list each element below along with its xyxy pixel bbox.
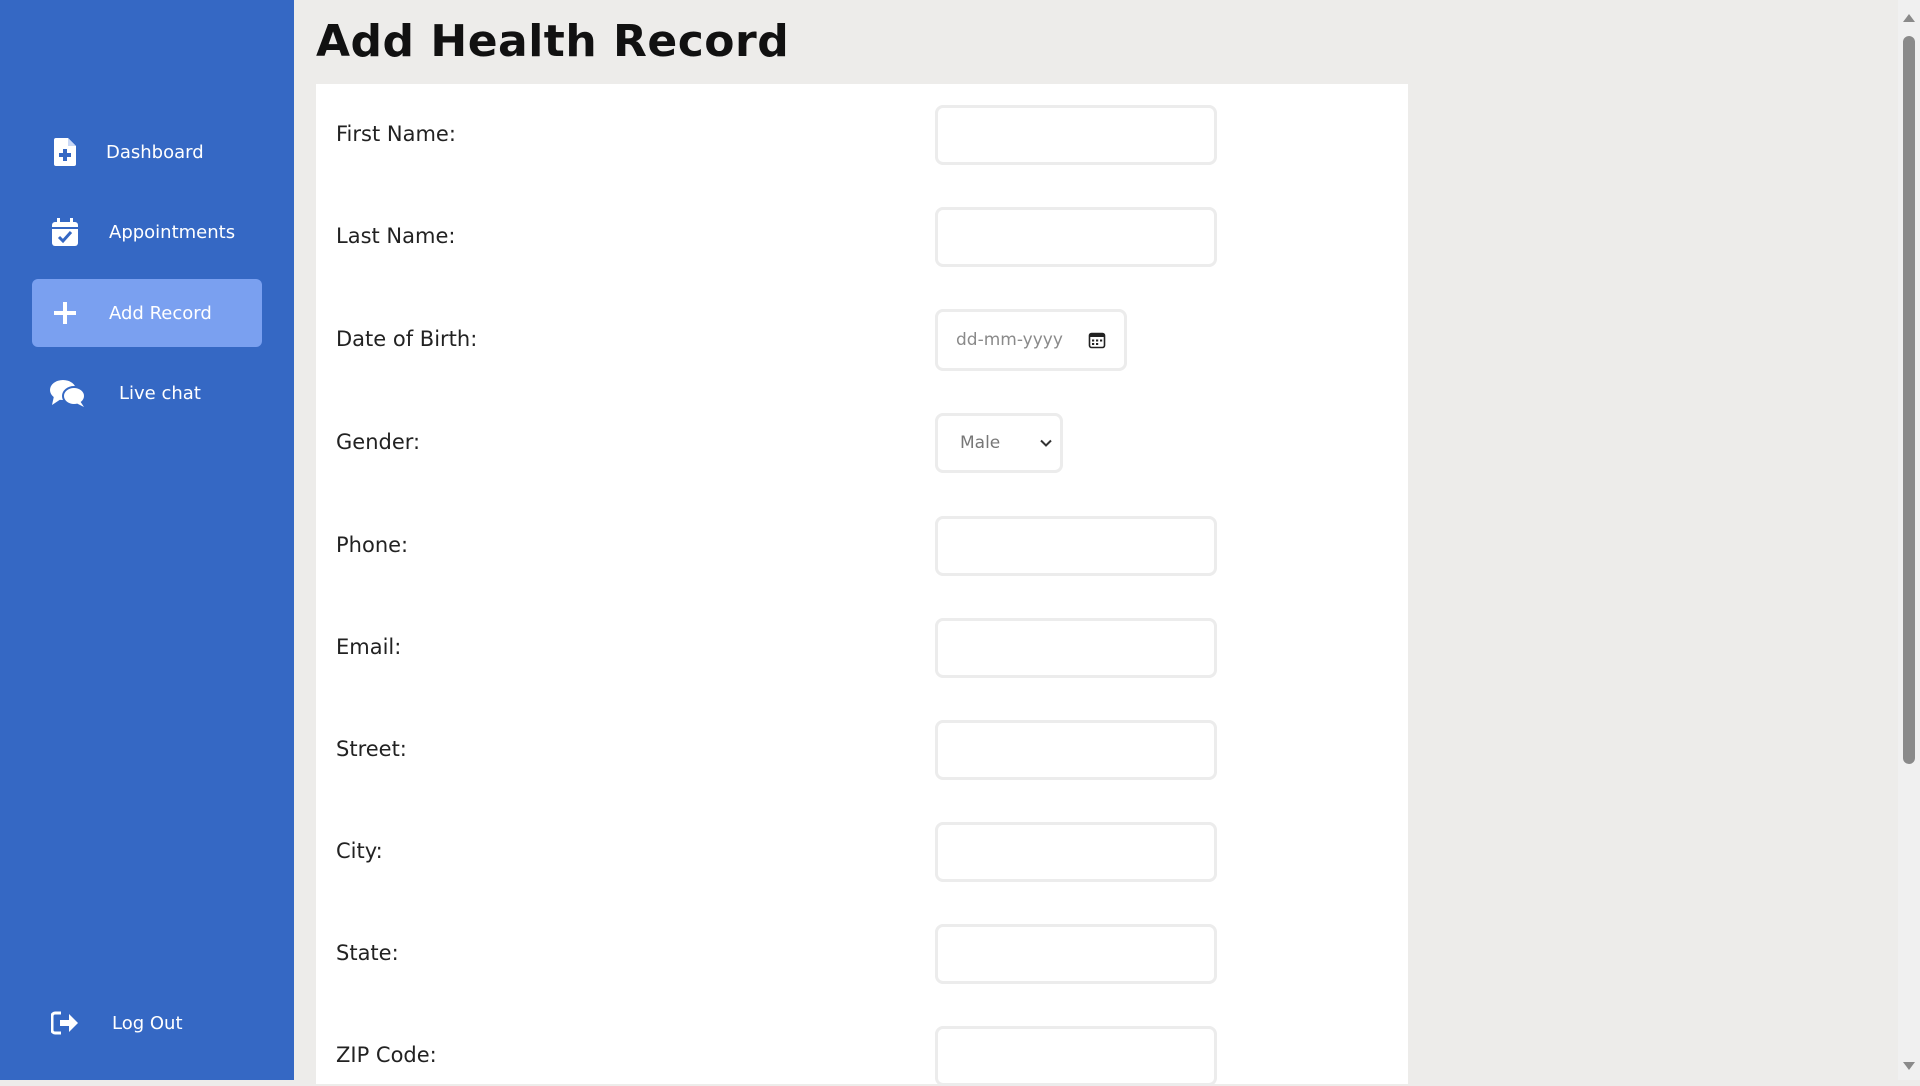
health-record-form: First Name: Last Name: Date of Birth: dd… — [316, 84, 1408, 1086]
zip-code-input[interactable] — [935, 1026, 1217, 1086]
gender-label: Gender: — [336, 430, 421, 454]
gender-select[interactable]: Male — [935, 413, 1063, 473]
calendar-icon[interactable] — [1088, 331, 1106, 349]
scroll-thumb[interactable] — [1903, 36, 1915, 764]
city-input[interactable] — [935, 822, 1217, 882]
street-label: Street: — [336, 737, 407, 761]
dob-placeholder: dd-mm-yyyy — [956, 330, 1063, 350]
sign-out-icon — [50, 1008, 80, 1038]
gender-selected-value: Male — [960, 433, 1001, 453]
phone-label: Phone: — [336, 533, 409, 557]
calendar-check-icon — [50, 217, 80, 247]
main-content: Add Health Record First Name: Last Name:… — [294, 0, 1898, 1086]
chevron-down-icon — [1040, 439, 1052, 447]
email-input[interactable] — [935, 618, 1217, 678]
file-plus-icon — [50, 137, 80, 167]
sidebar-item-label: Add Record — [109, 302, 212, 324]
vertical-scrollbar[interactable] — [1898, 0, 1920, 1080]
dob-label: Date of Birth: — [336, 327, 478, 351]
sidebar: Dashboard Appointments Add Record Live c… — [0, 0, 294, 1080]
sidebar-item-label: Live chat — [119, 382, 201, 404]
first-name-input[interactable] — [935, 105, 1217, 165]
city-label: City: — [336, 839, 383, 863]
state-label: State: — [336, 941, 399, 965]
sidebar-item-appointments[interactable]: Appointments — [32, 198, 262, 266]
scroll-up-arrow-icon[interactable] — [1903, 14, 1915, 22]
sidebar-item-label: Dashboard — [106, 141, 204, 163]
chat-bubbles-icon — [50, 378, 86, 408]
plus-icon — [50, 298, 80, 328]
email-label: Email: — [336, 635, 402, 659]
street-input[interactable] — [935, 720, 1217, 780]
state-input[interactable] — [935, 924, 1217, 984]
page-title: Add Health Record — [316, 16, 790, 67]
logout-label: Log Out — [112, 1012, 183, 1034]
sidebar-item-dashboard[interactable]: Dashboard — [32, 118, 262, 186]
zip-code-label: ZIP Code: — [336, 1043, 437, 1067]
last-name-label: Last Name: — [336, 224, 456, 248]
phone-input[interactable] — [935, 516, 1217, 576]
scroll-down-arrow-icon[interactable] — [1903, 1062, 1915, 1070]
sidebar-item-live-chat[interactable]: Live chat — [32, 359, 262, 427]
sidebar-item-add-record[interactable]: Add Record — [32, 279, 262, 347]
dob-input[interactable]: dd-mm-yyyy — [935, 309, 1127, 371]
sidebar-item-label: Appointments — [109, 221, 236, 243]
last-name-input[interactable] — [935, 207, 1217, 267]
first-name-label: First Name: — [336, 122, 456, 146]
logout-button[interactable]: Log Out — [32, 989, 262, 1057]
